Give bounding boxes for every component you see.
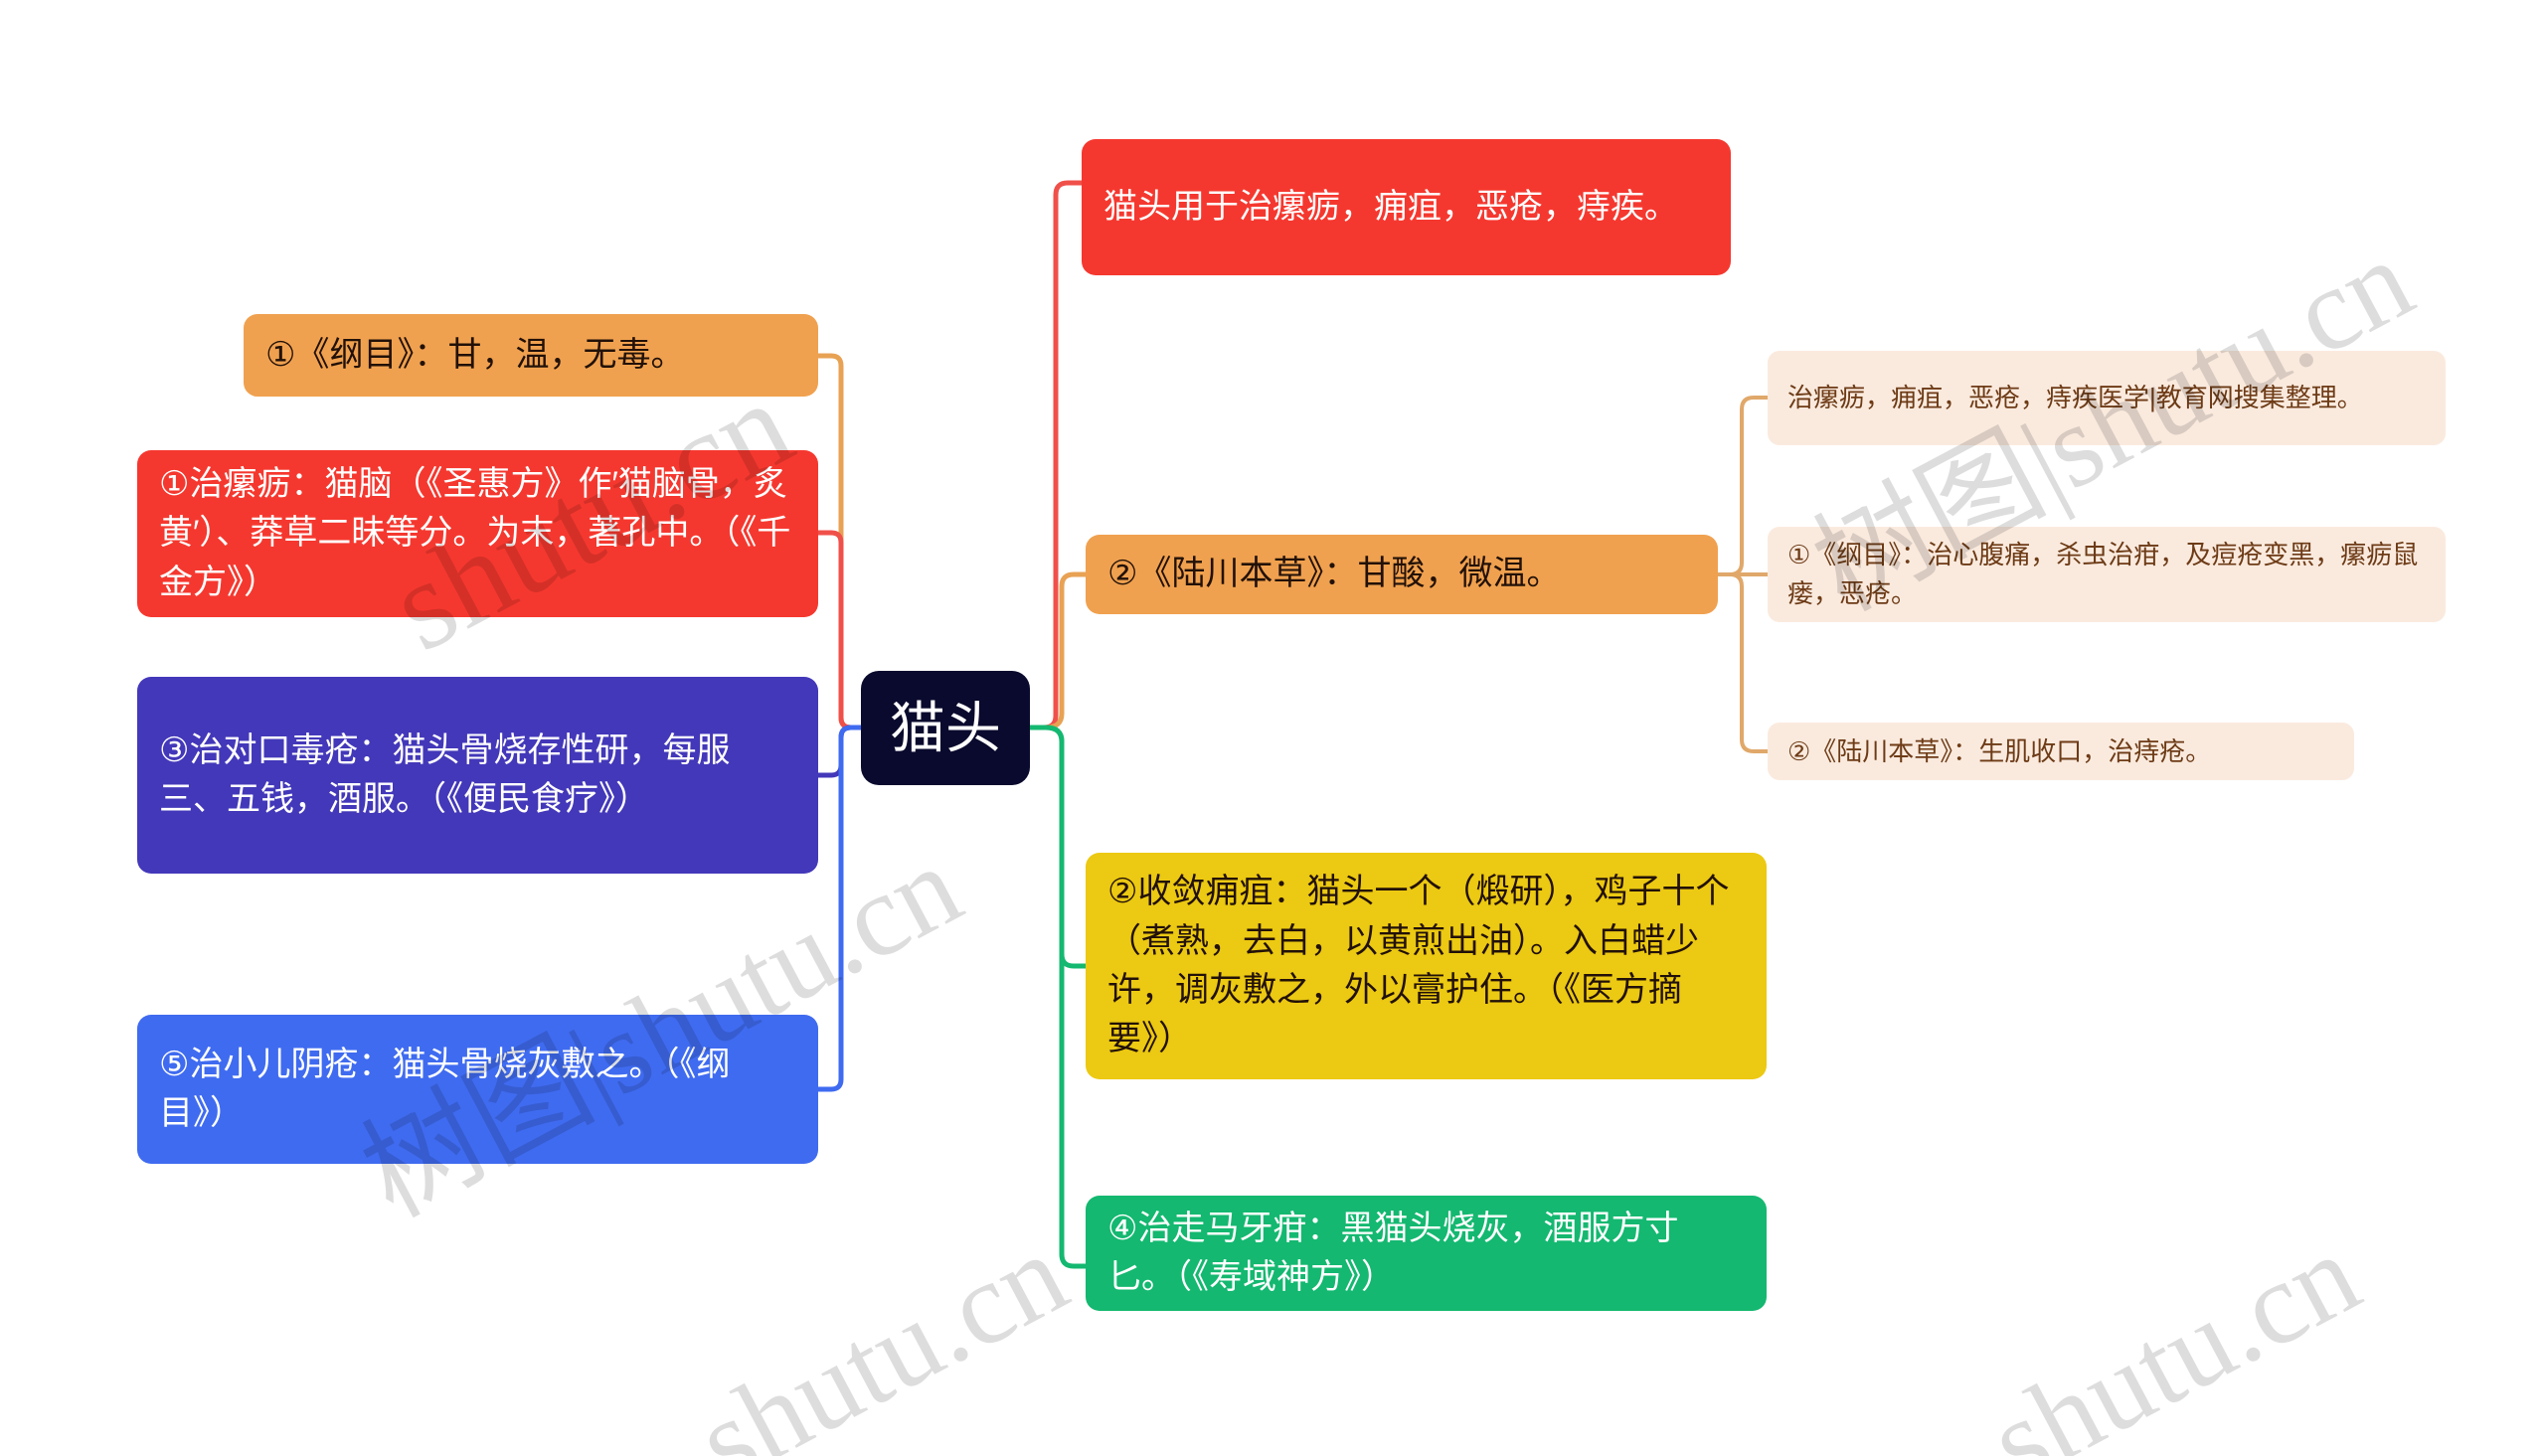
node-right-2-3[interactable]: ②《陆川本草》：生肌收口，治痔疮。 [1768,723,2354,780]
node-right-2-3-label: ②《陆川本草》：生肌收口，治痔疮。 [1787,735,2212,766]
watermark: shutu.cn [676,1208,1087,1456]
node-right-4-label: ④治走马牙疳：黑猫头烧灰，酒服方寸匕。（《寿域神方》） [1107,1209,1679,1296]
node-left-4[interactable]: ⑤治小儿阴疮：猫头骨烧灰敷之。（《纲目》） [137,1015,818,1164]
node-left-3[interactable]: ③治对口毒疮：猫头骨烧存性研，每服三、五钱，酒服。（《便民食疗》） [137,677,818,874]
node-left-2[interactable]: ①治瘰疬：猫脑（《圣惠方》作′猫脑骨，炙黄′）、莽草二昧等分。为末，著孔中。（《… [137,450,818,617]
node-right-2-2-label: ①《纲目》：治心腹痛，杀虫治疳，及痘疮变黑，瘰疬鼠瘘，恶疮。 [1787,540,2419,608]
node-left-1[interactable]: ①《纲目》：甘，温，无毒。 [244,314,818,397]
node-right-2-1-label: 治瘰疬，痈疽，恶疮，痔疾医学|教育网搜集整理。 [1787,383,2363,412]
node-right-2[interactable]: ②《陆川本草》：甘酸，微温。 [1086,535,1718,614]
connector-left-2 [814,530,864,730]
connector-left-1 [814,353,864,730]
connector-right-2-3 [1716,572,1770,753]
mindmap-canvas: shutu.cn 树图|shutu.cn 树图|shutu.cn shutu.c… [0,0,2545,1456]
node-right-2-label: ②《陆川本草》：甘酸，微温。 [1107,555,1561,593]
connector-right-1 [1027,180,1085,730]
node-right-1-label: 猫头用于治瘰疬，痈疽，恶疮，痔疾。 [1103,187,1678,226]
node-left-3-label: ③治对口毒疮：猫头骨烧存性研，每服三、五钱，酒服。（《便民食疗》） [159,730,731,818]
node-left-2-label: ①治瘰疬：猫脑（《圣惠方》作′猫脑骨，炙黄′）、莽草二昧等分。为末，著孔中。（《… [159,465,791,601]
connector-right-3 [1027,725,1089,969]
node-right-1[interactable]: 猫头用于治瘰疬，痈疽，恶疮，痔疾。 [1082,139,1731,275]
connector-right-4 [1027,725,1089,1269]
node-right-3-label: ②收敛痈疽：猫头一个（煅研），鸡子十个（煮熟，去白，以黄煎出油）。入白蜡少许，调… [1107,873,1730,1058]
node-right-2-2[interactable]: ①《纲目》：治心腹痛，杀虫治疳，及痘疮变黑，瘰疬鼠瘘，恶疮。 [1768,527,2446,622]
node-left-1-label: ①《纲目》：甘，温，无毒。 [265,335,685,374]
node-left-4-label: ⑤治小儿阴疮：猫头骨烧灰敷之。（《纲目》） [159,1045,731,1132]
node-right-2-1[interactable]: 治瘰疬，痈疽，恶疮，痔疾医学|教育网搜集整理。 [1768,351,2446,445]
connector-right-2-1 [1716,396,1770,576]
root-node[interactable]: 猫头 [861,671,1030,785]
root-node-label: 猫头 [890,696,1001,759]
watermark: shutu.cn [1968,1208,2379,1456]
node-right-3[interactable]: ②收敛痈疽：猫头一个（煅研），鸡子十个（煮熟，去白，以黄煎出油）。入白蜡少许，调… [1086,853,1767,1079]
connector-left-3 [814,725,864,778]
node-right-4[interactable]: ④治走马牙疳：黑猫头烧灰，酒服方寸匕。（《寿域神方》） [1086,1196,1767,1311]
connector-right-2 [1027,571,1089,730]
connector-left-4 [814,725,864,1092]
